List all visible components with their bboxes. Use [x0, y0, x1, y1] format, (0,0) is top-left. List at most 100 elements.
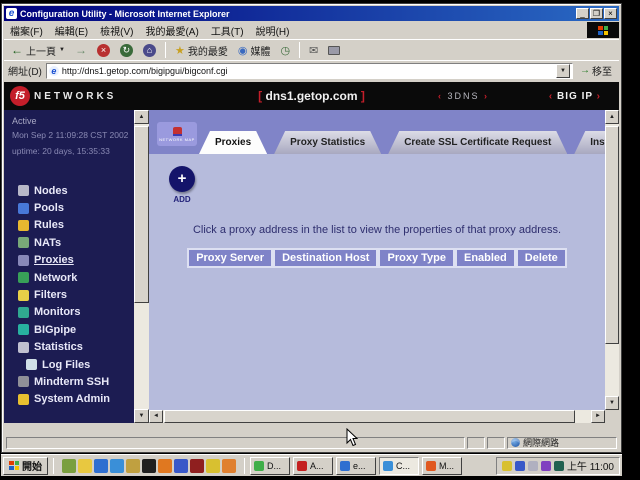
tray-icon[interactable]	[502, 461, 512, 471]
address-bar: 網址(D) e http://dns1.getop.com/bigipgui/b…	[4, 60, 619, 80]
column-header-proxy-server[interactable]: Proxy Server	[187, 248, 273, 268]
quicklaunch-icon[interactable]	[110, 459, 124, 473]
task-button-label: A...	[310, 461, 324, 471]
history-button[interactable]: ◷	[277, 43, 293, 58]
scroll-thumb[interactable]	[605, 126, 619, 344]
bracket-right: ]	[361, 89, 365, 103]
sidebar-item-nats[interactable]: NATs	[18, 234, 132, 251]
sidebar-item-monitors[interactable]: Monitors	[18, 304, 132, 321]
quicklaunch-icon[interactable]	[78, 459, 92, 473]
menu-favorites[interactable]: 我的最愛(A)	[145, 23, 198, 38]
tray-icon[interactable]	[554, 461, 564, 471]
stop-button[interactable]: ×	[94, 43, 113, 58]
back-button[interactable]: ← 上一頁 ▼	[8, 42, 68, 59]
address-dropdown-icon[interactable]: ▼	[556, 64, 570, 78]
internet-zone-globe-icon	[511, 438, 520, 447]
window-title: Configuration Utility - Microsoft Intern…	[20, 9, 575, 19]
tab-proxy-statistics[interactable]: Proxy Statistics	[274, 131, 381, 154]
bigpipe-icon	[18, 324, 29, 335]
media-button[interactable]: ◉ 媒體	[235, 42, 274, 59]
status-pane	[487, 437, 505, 449]
go-button[interactable]: → 移至	[577, 63, 615, 78]
column-header-delete[interactable]: Delete	[516, 248, 567, 268]
main-horizontal-scrollbar[interactable]: ◄ ►	[149, 410, 605, 423]
network-icon	[18, 272, 29, 283]
back-dropdown-icon[interactable]: ▼	[59, 47, 65, 53]
mail-button[interactable]: ✉	[306, 43, 321, 58]
network-map-button[interactable]: NETWORK MAP	[157, 122, 197, 146]
taskbar-window-button-active[interactable]: C...	[379, 457, 419, 475]
tab-proxies[interactable]: Proxies	[199, 131, 267, 154]
quicklaunch-icon[interactable]	[62, 459, 76, 473]
sidebar-item-label: Nodes	[34, 185, 68, 197]
scroll-left-icon[interactable]: ◄	[149, 410, 163, 423]
sidebar-item-statistics[interactable]: Statistics	[18, 339, 132, 356]
taskbar-window-button[interactable]: A...	[293, 457, 333, 475]
column-header-proxy-type[interactable]: Proxy Type	[378, 248, 455, 268]
column-header-enabled[interactable]: Enabled	[455, 248, 516, 268]
taskbar-clock[interactable]: 上午 11:00	[567, 458, 614, 473]
quicklaunch-icon[interactable]	[174, 459, 188, 473]
quicklaunch-icon[interactable]	[190, 459, 204, 473]
sidebar-scrollbar[interactable]: ▲ ▼	[134, 110, 149, 423]
scroll-thumb[interactable]	[164, 410, 575, 423]
menu-help[interactable]: 說明(H)	[256, 23, 290, 38]
print-button[interactable]	[325, 45, 343, 56]
sidebar-item-label: Log Files	[42, 359, 90, 371]
sidebar-item-bigpipe[interactable]: BIGpipe	[18, 321, 132, 338]
sidebar-item-rules[interactable]: Rules	[18, 217, 132, 234]
scroll-thumb[interactable]	[134, 126, 149, 303]
taskbar-window-button[interactable]: M...	[422, 457, 462, 475]
taskbar-window-button[interactable]: e...	[336, 457, 376, 475]
sidebar-item-system-admin[interactable]: System Admin	[18, 391, 132, 408]
scroll-up-icon[interactable]: ▲	[134, 110, 149, 124]
sidebar-item-nodes[interactable]: Nodes	[18, 182, 132, 199]
sidebar-item-pools[interactable]: Pools	[18, 199, 132, 216]
sidebar-item-filters[interactable]: Filters	[18, 286, 132, 303]
scroll-down-icon[interactable]: ▼	[134, 409, 149, 423]
tray-icon[interactable]	[528, 461, 538, 471]
menu-edit[interactable]: 編輯(E)	[55, 23, 88, 38]
scroll-right-icon[interactable]: ►	[591, 410, 605, 423]
quicklaunch-icon[interactable]	[206, 459, 220, 473]
tray-icon[interactable]	[541, 461, 551, 471]
scroll-up-icon[interactable]: ▲	[605, 110, 619, 124]
tab-create-ssl-certificate-request[interactable]: Create SSL Certificate Request	[388, 131, 567, 154]
scroll-track[interactable]	[134, 124, 149, 409]
sidebar-item-log-files[interactable]: Log Files	[18, 356, 132, 373]
address-url[interactable]: http://dns1.getop.com/bigipgui/bigconf.c…	[62, 66, 553, 76]
security-zone-pane: 網際網路	[507, 437, 617, 449]
menu-tools[interactable]: 工具(T)	[211, 23, 244, 38]
main-vertical-scrollbar[interactable]: ▲ ▼	[605, 110, 619, 410]
close-button[interactable]: ×	[604, 8, 617, 19]
quicklaunch-icon[interactable]	[94, 459, 108, 473]
quicklaunch-icon[interactable]	[158, 459, 172, 473]
forward-button[interactable]: →	[72, 42, 90, 58]
taskbar-window-button[interactable]: D...	[250, 457, 290, 475]
home-button[interactable]: ⌂	[140, 43, 159, 58]
scroll-down-icon[interactable]: ▼	[605, 396, 619, 410]
tray-icon[interactable]	[515, 461, 525, 471]
scroll-track[interactable]	[163, 410, 591, 423]
nats-icon	[18, 237, 29, 248]
quicklaunch-icon[interactable]	[142, 459, 156, 473]
address-input[interactable]: e http://dns1.getop.com/bigipgui/bigconf…	[46, 63, 573, 79]
column-header-destination-host[interactable]: Destination Host	[273, 248, 378, 268]
product-3dns-label: 3DNS	[447, 91, 479, 101]
menu-file[interactable]: 檔案(F)	[10, 23, 43, 38]
sidebar-item-proxies[interactable]: Proxies	[18, 252, 132, 269]
favorites-button[interactable]: ★ 我的最愛	[172, 42, 231, 59]
scroll-track[interactable]	[605, 124, 619, 396]
quicklaunch-icon[interactable]	[222, 459, 236, 473]
quicklaunch-icon[interactable]	[126, 459, 140, 473]
menu-view[interactable]: 檢視(V)	[100, 23, 133, 38]
start-button[interactable]: 開始	[3, 457, 48, 475]
add-button[interactable]: +	[169, 166, 195, 192]
refresh-button[interactable]: ↻	[117, 43, 136, 58]
maximize-button[interactable]: ❐	[590, 8, 603, 19]
minimize-button[interactable]: _	[576, 8, 589, 19]
title-bar[interactable]: e Configuration Utility - Microsoft Inte…	[4, 6, 619, 21]
go-icon: →	[580, 65, 590, 76]
sidebar-item-mindterm-ssh[interactable]: Mindterm SSH	[18, 373, 132, 390]
sidebar-item-network[interactable]: Network	[18, 269, 132, 286]
